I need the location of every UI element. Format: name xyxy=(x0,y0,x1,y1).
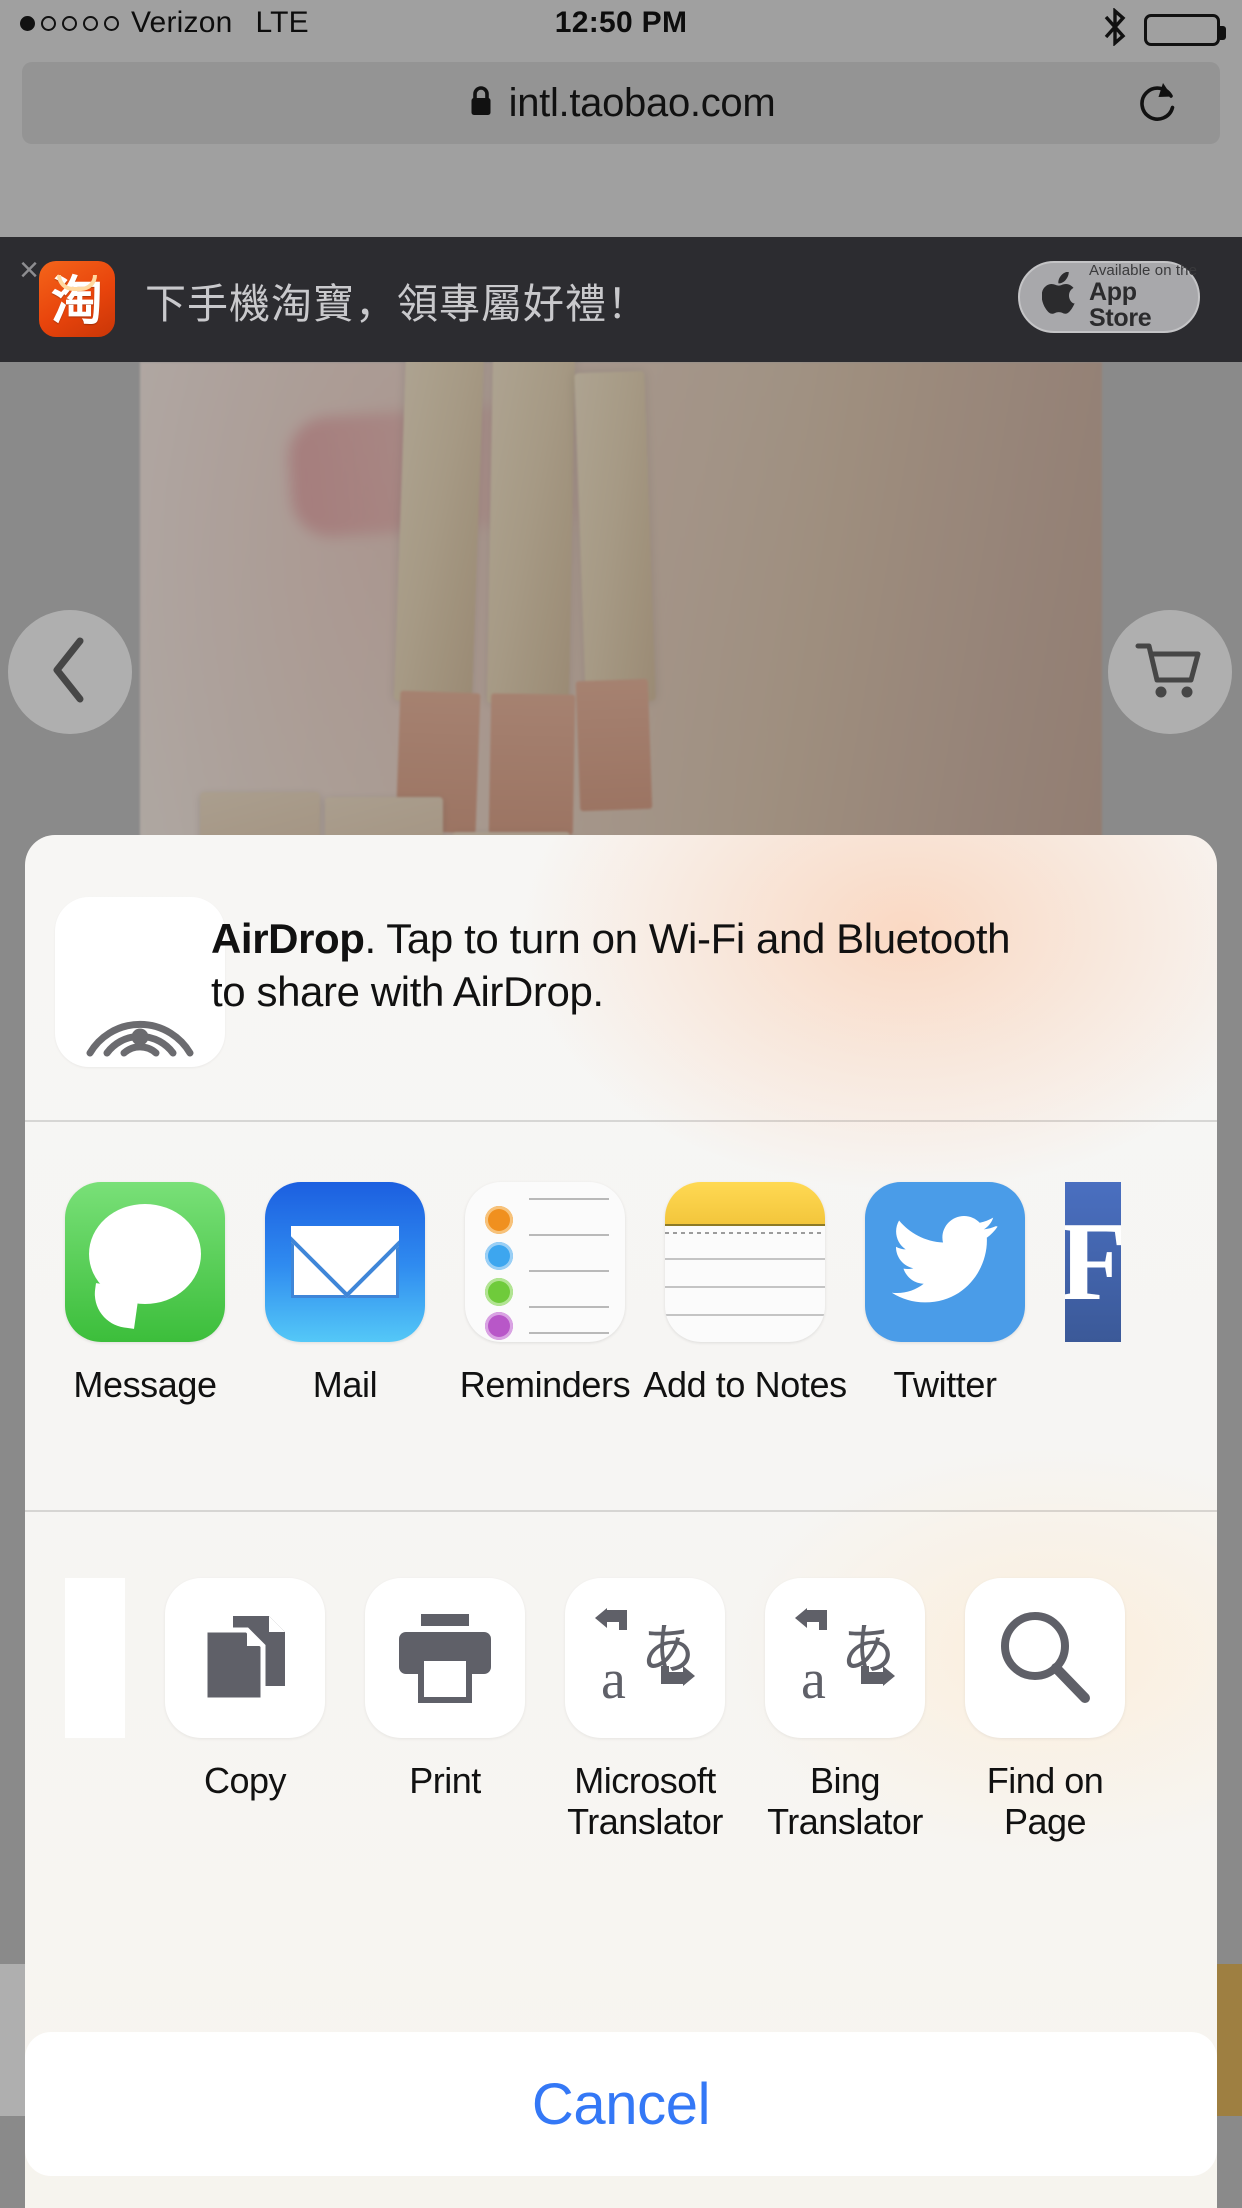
share-sheet: AirDrop. Tap to turn on Wi-Fi and Blueto… xyxy=(25,835,1217,2208)
airdrop-row[interactable]: AirDrop. Tap to turn on Wi-Fi and Blueto… xyxy=(25,835,1217,1120)
smart-app-banner[interactable]: × 淘 下手機淘寶，領專屬好禮！ Available on the App St… xyxy=(0,237,1242,362)
magnifier-icon xyxy=(965,1578,1125,1738)
status-bar: Verizon LTE 12:50 PM xyxy=(0,0,1242,48)
action-label: Find on Page xyxy=(986,1760,1104,1843)
airdrop-description: AirDrop. Tap to turn on Wi-Fi and Blueto… xyxy=(211,913,1041,1019)
messages-icon xyxy=(65,1182,225,1342)
share-app-label: Message xyxy=(73,1364,217,1405)
reminders-icon xyxy=(465,1182,625,1342)
share-app-facebook[interactable]: F xyxy=(1065,1182,1121,1342)
action-copy[interactable]: Copy xyxy=(165,1578,325,1801)
share-app-mail[interactable]: Mail xyxy=(265,1182,425,1406)
share-app-label: Reminders xyxy=(459,1364,631,1405)
cancel-label: Cancel xyxy=(531,2071,711,2137)
action-partial-left[interactable] xyxy=(65,1578,125,1738)
share-app-label: Twitter xyxy=(893,1364,997,1405)
banner-message: 下手機淘寶，領專屬好禮！ xyxy=(145,279,649,328)
action-print[interactable]: Print xyxy=(365,1578,525,1801)
mail-icon xyxy=(265,1182,425,1342)
print-icon xyxy=(365,1578,525,1738)
bluetooth-icon xyxy=(1102,7,1128,51)
action-label: Print xyxy=(409,1760,481,1801)
share-actions-row[interactable]: Copy Print a あ Microsoft Translator a あ … xyxy=(25,1510,1217,1950)
translate-icon: a あ xyxy=(765,1578,925,1738)
address-bar-content: intl.taobao.com xyxy=(467,81,776,126)
status-bar-right-cluster xyxy=(1102,7,1226,51)
cancel-button[interactable]: Cancel xyxy=(25,2032,1217,2176)
share-app-twitter[interactable]: Twitter xyxy=(865,1182,1025,1406)
share-app-message[interactable]: Message xyxy=(65,1182,225,1406)
share-app-notes[interactable]: Add to Notes xyxy=(643,1182,847,1406)
apple-logo-icon xyxy=(1041,271,1080,323)
status-bar-clock: 12:50 PM xyxy=(554,6,688,39)
svg-text:a: a xyxy=(801,1649,826,1710)
action-bing-translator[interactable]: a あ Bing Translator xyxy=(765,1578,925,1843)
address-bar[interactable]: intl.taobao.com xyxy=(22,62,1220,144)
share-app-label: Mail xyxy=(312,1364,378,1405)
action-label: Copy xyxy=(203,1760,287,1801)
app-store-button-labels: Available on the App Store xyxy=(1089,263,1198,331)
taobao-app-icon: 淘 xyxy=(39,261,115,337)
safari-browser-chrome: Verizon LTE 12:50 PM intl.taobao.com xyxy=(0,0,1242,237)
reload-icon[interactable] xyxy=(1132,78,1182,128)
facebook-icon: F xyxy=(1065,1182,1121,1342)
lock-icon xyxy=(467,83,495,124)
twitter-icon xyxy=(865,1182,1025,1342)
airdrop-title: AirDrop xyxy=(211,915,365,962)
share-app-label: Add to Notes xyxy=(643,1364,847,1405)
action-label: Bing Translator xyxy=(767,1760,923,1843)
share-app-reminders[interactable]: Reminders xyxy=(460,1182,631,1406)
notes-icon xyxy=(665,1182,825,1342)
app-store-button[interactable]: Available on the App Store xyxy=(1018,261,1200,333)
action-microsoft-translator[interactable]: a あ Microsoft Translator xyxy=(565,1578,725,1843)
url-text: intl.taobao.com xyxy=(508,80,776,125)
facebook-letter: F xyxy=(1065,1200,1121,1324)
translate-icon: a あ xyxy=(565,1578,725,1738)
share-apps-row[interactable]: Message Mail Reminders Add to Notes Twit… xyxy=(25,1120,1217,1510)
action-label: Microsoft Translator xyxy=(567,1760,723,1843)
airdrop-icon xyxy=(55,897,225,1067)
action-find-on-page[interactable]: Find on Page xyxy=(965,1578,1125,1843)
store-button-subtitle: Available on the xyxy=(1089,261,1198,279)
partial-action-icon xyxy=(65,1578,125,1738)
battery-icon xyxy=(1144,13,1226,46)
store-button-title: App Store xyxy=(1089,277,1152,332)
copy-icon xyxy=(165,1578,325,1738)
svg-text:a: a xyxy=(601,1649,626,1710)
